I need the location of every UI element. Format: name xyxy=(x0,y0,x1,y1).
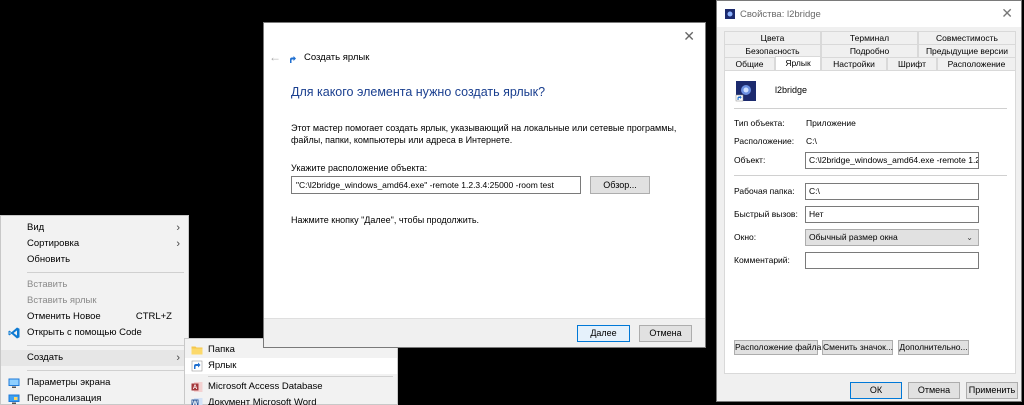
create-shortcut-wizard: ✕ ← Создать ярлык Для какого элемента ну… xyxy=(263,22,706,348)
menu-item-open-with-code[interactable]: Открыть с помощью Code xyxy=(1,325,188,341)
cancel-button[interactable]: Отмена xyxy=(908,382,960,399)
close-icon[interactable]: ✕ xyxy=(683,29,695,43)
divider xyxy=(734,175,1007,176)
tab-options[interactable]: Настройки xyxy=(821,57,887,70)
location-value: C:\ xyxy=(806,136,817,146)
folder-icon xyxy=(191,346,203,355)
menu-item-view[interactable]: Вид › xyxy=(1,220,188,236)
back-arrow-icon[interactable]: ← xyxy=(269,50,281,64)
menu-item-undo-new[interactable]: Отменить Новое CTRL+Z xyxy=(1,309,188,325)
personalization-icon xyxy=(8,394,20,404)
undo-shortcut-text: CTRL+Z xyxy=(135,311,172,322)
properties-titlebar: Свойства: l2bridge ✕ xyxy=(717,1,1021,27)
comment-input[interactable] xyxy=(805,252,979,269)
apply-button[interactable]: Применить xyxy=(966,382,1018,399)
menu-item-personalization[interactable]: Персонализация xyxy=(1,391,188,405)
tab-colors[interactable]: Цвета xyxy=(724,31,821,44)
hotkey-label: Быстрый вызов: xyxy=(734,209,798,219)
submenu-item-shortcut[interactable]: Ярлык xyxy=(185,358,397,374)
run-window-select[interactable]: Обычный размер окна ⌄ xyxy=(805,229,979,246)
chevron-right-icon: › xyxy=(176,222,180,234)
shortcut-icon xyxy=(191,360,203,372)
start-in-label: Рабочая папка: xyxy=(734,186,795,196)
wizard-title: Создать ярлык xyxy=(304,52,370,63)
tab-general[interactable]: Общие xyxy=(724,57,775,70)
shortcut-tab-panel: l2bridge Тип объекта: Приложение Располо… xyxy=(724,70,1016,374)
open-file-location-button[interactable]: Расположение файла xyxy=(734,340,821,355)
app-icon xyxy=(725,9,735,19)
menu-item-refresh[interactable]: Обновить xyxy=(1,252,188,268)
chevron-down-icon: ⌄ xyxy=(966,233,973,242)
display-icon xyxy=(8,378,20,388)
tab-layout[interactable]: Расположение xyxy=(937,57,1016,70)
word-icon: W xyxy=(191,398,203,405)
wizard-hint: Нажмите кнопку "Далее", чтобы продолжить… xyxy=(291,215,480,225)
menu-item-sort[interactable]: Сортировка › xyxy=(1,236,188,252)
menu-separator xyxy=(27,272,184,273)
create-submenu: Папка Ярлык A Microsoft Access Database … xyxy=(184,338,398,405)
target-input[interactable]: C:\l2bridge_windows_amd64.exe -remote 1.… xyxy=(805,152,979,169)
ok-button[interactable]: ОК xyxy=(850,382,902,399)
type-value: Приложение xyxy=(806,118,856,128)
properties-title: Свойства: l2bridge xyxy=(740,9,821,20)
vscode-icon xyxy=(8,327,20,339)
browse-button[interactable]: Обзор... xyxy=(590,176,650,194)
chevron-right-icon: › xyxy=(176,238,180,250)
location-label: Расположение: xyxy=(734,136,795,146)
app-icon xyxy=(735,81,756,102)
tab-details[interactable]: Подробно xyxy=(821,44,918,57)
tab-shortcut[interactable]: Ярлык xyxy=(775,56,821,70)
submenu-item-access-db[interactable]: A Microsoft Access Database xyxy=(185,379,397,395)
properties-dialog: Свойства: l2bridge ✕ Цвета Терминал Совм… xyxy=(716,0,1022,402)
next-button[interactable]: Далее xyxy=(577,325,630,342)
desktop-context-menu: Вид › Сортировка › Обновить Вставить Встав… xyxy=(0,215,189,405)
close-icon[interactable]: ✕ xyxy=(1001,6,1013,20)
run-window-value: Обычный размер окна xyxy=(809,232,898,242)
divider xyxy=(734,108,1007,109)
svg-text:W: W xyxy=(192,401,198,405)
tab-font[interactable]: Шрифт xyxy=(887,57,937,70)
menu-item-display-settings[interactable]: Параметры экрана xyxy=(1,375,188,391)
svg-text:A: A xyxy=(193,385,198,391)
access-icon: A xyxy=(191,382,203,392)
menu-separator xyxy=(27,370,184,371)
shortcut-icon xyxy=(290,56,296,63)
advanced-button[interactable]: Дополнительно... xyxy=(898,340,969,355)
menu-item-paste[interactable]: Вставить xyxy=(1,277,188,293)
menu-item-create[interactable]: Создать › xyxy=(1,350,188,366)
target-label: Объект: xyxy=(734,155,766,165)
wizard-description: Этот мастер помогает создать ярлык, указ… xyxy=(291,123,677,145)
cancel-button[interactable]: Отмена xyxy=(639,325,692,342)
start-in-input[interactable]: C:\ xyxy=(805,183,979,200)
run-window-label: Окно: xyxy=(734,232,757,242)
menu-separator xyxy=(208,376,393,377)
location-input[interactable]: "C:\l2bridge_windows_amd64.exe" -remote … xyxy=(291,176,581,194)
menu-item-paste-shortcut[interactable]: Вставить ярлык xyxy=(1,293,188,309)
wizard-footer: Далее Отмена xyxy=(264,318,705,347)
chevron-right-icon: › xyxy=(176,352,180,364)
hotkey-input[interactable]: Нет xyxy=(805,206,979,223)
location-label: Укажите расположение объекта: xyxy=(291,163,428,173)
wizard-heading: Для какого элемента нужно создать ярлык? xyxy=(291,85,546,99)
menu-separator xyxy=(27,345,184,346)
change-icon-button[interactable]: Сменить значок... xyxy=(822,340,893,355)
tab-previous-versions[interactable]: Предыдущие версии xyxy=(918,44,1016,57)
submenu-item-word-doc[interactable]: W Документ Microsoft Word xyxy=(185,395,397,405)
tab-terminal[interactable]: Терминал xyxy=(821,31,918,44)
type-label: Тип объекта: xyxy=(734,118,785,128)
object-name: l2bridge xyxy=(775,85,808,95)
tab-compatibility[interactable]: Совместимость xyxy=(918,31,1016,44)
comment-label: Комментарий: xyxy=(734,255,790,265)
